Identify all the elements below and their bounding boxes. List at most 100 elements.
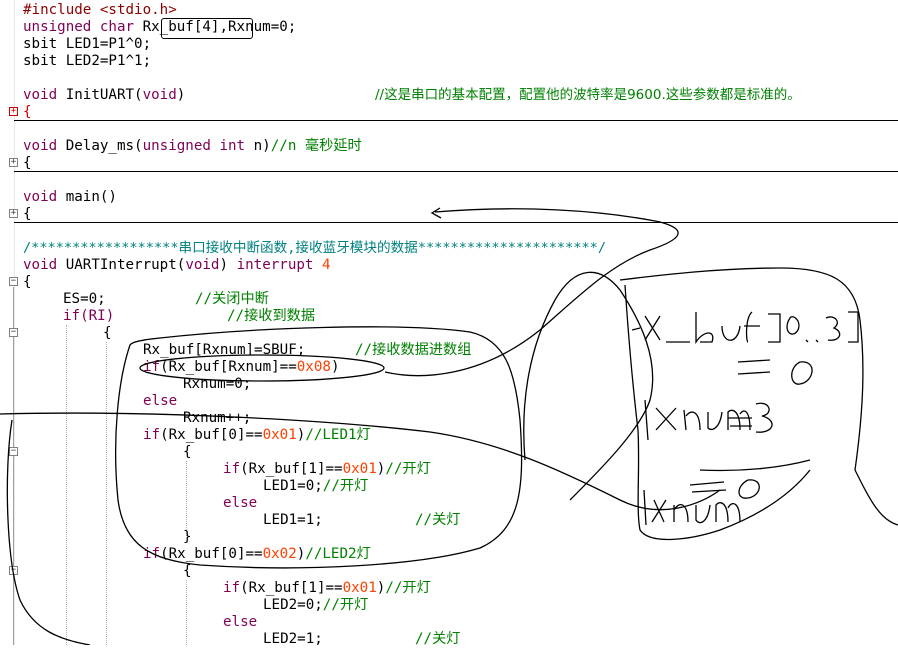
fold-range-line: [13, 287, 14, 645]
led1-on-comment: //开灯: [322, 478, 369, 494]
isr-brace: {: [23, 274, 32, 290]
led1-on-line: LED1=0;//开灯: [263, 478, 368, 495]
if-full-line: if(Rx_buf[Rxnum]==0x08): [143, 359, 339, 376]
inituart-close: ): [176, 87, 186, 103]
function-separator: [14, 171, 898, 172]
inc-line: Rxnum++;: [183, 410, 252, 426]
led1-block-close: }: [183, 529, 192, 545]
delay-param: n): [253, 138, 271, 154]
if-keyword: if: [143, 359, 161, 375]
decl-type: unsigned char: [23, 19, 143, 35]
code-editor[interactable]: #include <stdio.h> unsigned char Rx_buf[…: [0, 0, 898, 647]
handwritten-text-stroke: [631, 311, 859, 345]
reset-line: Rxnum=0;: [183, 376, 252, 392]
led2-on-comment: //开灯: [322, 597, 369, 613]
if-led2-condition: (Rx_buf[0]==: [160, 546, 263, 562]
indent-guide: [186, 580, 187, 645]
if-on1-condition: (Rx_buf[1]==: [240, 461, 343, 477]
if-ri-line: if(RI): [63, 308, 115, 324]
if-keyword: if: [143, 427, 161, 443]
delay-name: Delay_ms(: [65, 138, 143, 154]
indent-guide: [186, 461, 187, 536]
inituart-comment: //这是串口的基本配置，配置他的波特率是9600.这些参数都是标准的。: [375, 87, 801, 103]
if-full-number: 0x08: [296, 359, 331, 375]
fold-minus-glyph: −: [10, 446, 17, 456]
delay-return-type: void: [23, 138, 66, 154]
fold-minus-glyph: −: [10, 327, 17, 337]
if-on1-number: 0x01: [342, 461, 377, 477]
handwritten-margin-stroke: [523, 271, 654, 501]
store-comment: //接收数据进数组: [355, 342, 472, 358]
fold-collapse-icon[interactable]: −: [9, 277, 18, 286]
if-led1-comment: //LED1灯: [305, 427, 371, 443]
handwritten-text-stroke: [643, 479, 760, 526]
inituart-return-type: void: [23, 87, 66, 103]
led1-block-brace: {: [183, 444, 192, 460]
fold-plus-glyph: +: [10, 157, 17, 167]
fold-plus-glyph: +: [10, 208, 17, 218]
if-on2-comment: //开灯: [385, 580, 431, 596]
if-on2-condition: (Rx_buf[1]==: [240, 580, 343, 596]
es-comment: //关闭中断: [195, 291, 269, 307]
isr-interrupt-keyword: interrupt: [236, 257, 322, 273]
fold-expand-icon[interactable]: +: [9, 107, 18, 116]
isr-param: void: [185, 257, 220, 273]
handwritten-arrow-stroke: [430, 207, 442, 219]
function-separator: [14, 222, 898, 223]
handwritten-outline-stroke: [624, 284, 811, 541]
if-led2-number: 0x02: [262, 546, 297, 562]
if-full-close: ): [330, 359, 340, 375]
handwritten-margin-stroke: [6, 419, 91, 645]
main-return-type: void: [23, 189, 66, 205]
fold-expand-icon[interactable]: +: [9, 209, 18, 218]
led1-off-line: LED1=1;: [263, 512, 323, 528]
es-line: ES=0;: [63, 291, 106, 307]
sbit-led2-line: sbit LED2=P1^1;: [23, 53, 152, 69]
sbit-led1-line: sbit LED1=P1^0;: [23, 36, 152, 52]
fold-collapse-icon[interactable]: −: [9, 566, 18, 575]
if-keyword: if: [223, 461, 241, 477]
inituart-name: InitUART(: [65, 87, 143, 103]
isr-interrupt-number: 4: [322, 257, 331, 273]
else-line: else: [223, 495, 258, 511]
handwritten-outline-stroke: [619, 267, 898, 526]
if-keyword: if: [223, 580, 241, 596]
isr-signature: void UARTInterrupt(void) interrupt 4: [23, 257, 331, 274]
fold-minus-glyph: −: [10, 276, 17, 286]
led2-off-line: LED2=1;: [263, 631, 323, 647]
isr-return-type: void: [23, 257, 66, 273]
if-led1-number: 0x01: [262, 427, 297, 443]
fold-plus-glyph: +: [10, 106, 17, 116]
fold-collapse-icon[interactable]: −: [9, 328, 18, 337]
handwritten-outline-stroke: [699, 459, 811, 472]
isr-banner-comment: /******************串口接收中断函数,接收蓝牙模块的数据***…: [23, 240, 607, 256]
led2-on-line: LED2=0;//开灯: [263, 597, 368, 614]
main-signature: void main(): [23, 189, 117, 206]
isr-name: UARTInterrupt(: [65, 257, 186, 273]
else-line: else: [223, 614, 258, 630]
handwritten-text-stroke: [644, 399, 773, 441]
function-separator: [14, 120, 898, 121]
main-brace: {: [23, 206, 32, 222]
delay-signature: void Delay_ms(unsigned int n)//n 毫秒延时: [23, 138, 362, 155]
inituart-param: void: [142, 87, 177, 103]
if-on2-line: if(Rx_buf[1]==0x01)//开灯: [223, 580, 431, 597]
if-on1-comment: //开灯: [385, 461, 431, 477]
fold-collapse-icon[interactable]: −: [9, 447, 18, 456]
if-led2-line: if(Rx_buf[0]==0x02)//LED2灯: [143, 546, 371, 563]
else-line: else: [143, 393, 178, 409]
delay-param-type: unsigned int: [142, 138, 254, 154]
delay-brace: {: [23, 155, 32, 171]
include-line: #include <stdio.h>: [23, 2, 177, 18]
indent-guide: [66, 325, 67, 645]
led2-off-comment: //关灯: [415, 631, 461, 647]
if-led2-comment: //LED2灯: [305, 546, 371, 562]
if-keyword: if: [143, 546, 161, 562]
if-ri-brace: {: [103, 325, 112, 341]
store-line: Rx_buf[Rxnum]=SBUF;: [143, 342, 306, 358]
fold-minus-glyph: −: [10, 565, 17, 575]
fold-expand-icon[interactable]: +: [9, 158, 18, 167]
inituart-brace: {: [23, 104, 32, 120]
indent-guide: [106, 342, 107, 645]
main-name: main(): [65, 189, 117, 205]
